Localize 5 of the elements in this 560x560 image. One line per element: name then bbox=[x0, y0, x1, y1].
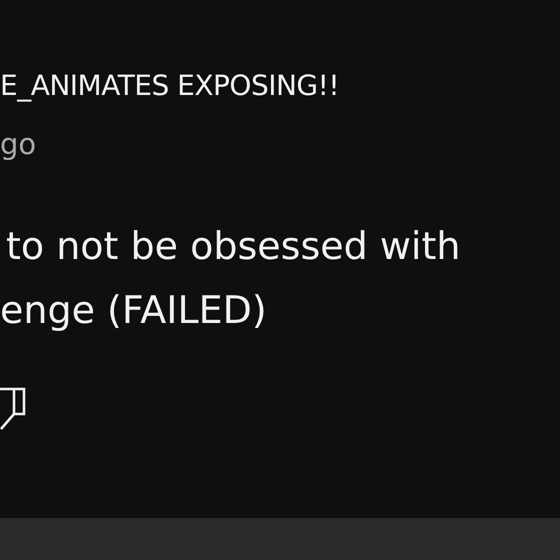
channel-name[interactable]: E_ANIMATES EXPOSING!! bbox=[0, 68, 560, 104]
post-time: go bbox=[0, 126, 38, 162]
dislike-icon[interactable] bbox=[0, 386, 26, 430]
post-text: to not be obsessed with bbox=[5, 223, 462, 270]
post-text: enge (FAILED) bbox=[0, 287, 268, 334]
